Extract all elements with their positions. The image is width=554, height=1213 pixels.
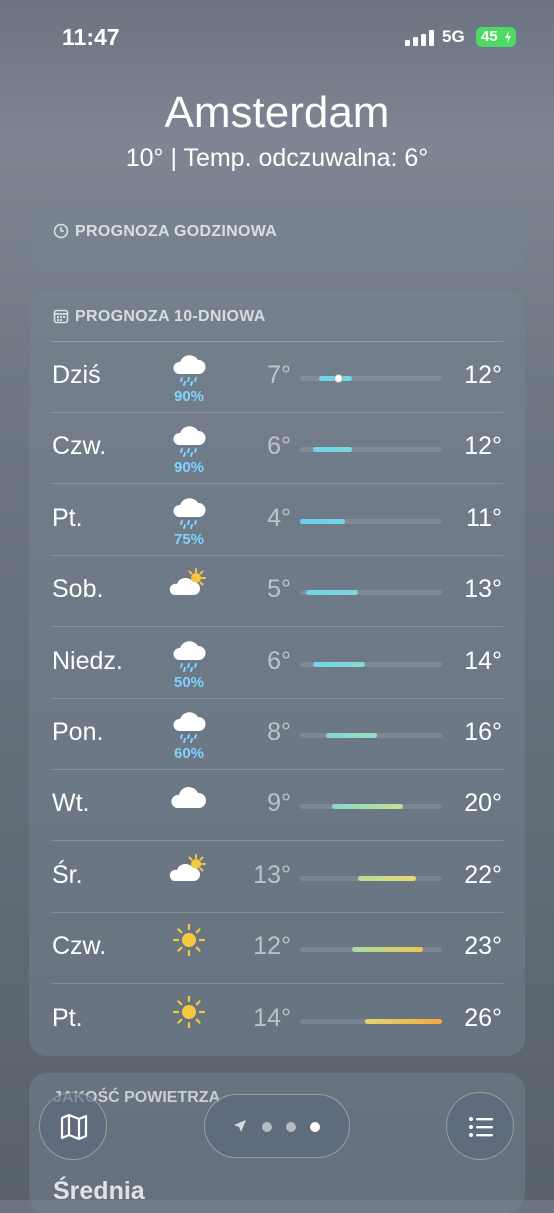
temp-range-bar	[300, 947, 442, 953]
cloud-icon	[167, 780, 211, 814]
high-temp: 12°	[464, 361, 502, 389]
precipitation-chance: 90%	[173, 459, 205, 477]
low-temp: 13°	[253, 860, 291, 889]
low-temp: 5°	[267, 575, 291, 604]
temp-range-bar	[300, 1018, 442, 1024]
page-dot-active[interactable]	[309, 1121, 321, 1133]
high-temp: 16°	[464, 718, 502, 746]
temp-range-bar	[300, 447, 442, 453]
low-temp: 4°	[267, 503, 291, 532]
low-temp: 9°	[267, 789, 291, 818]
clock-icon	[53, 223, 69, 239]
temp-range-bar	[300, 590, 442, 596]
list-icon	[469, 1117, 493, 1137]
forecast-day: Niedz.	[52, 646, 123, 675]
forecast-day: Śr.	[52, 860, 83, 889]
forecast-day: Pon.	[52, 718, 104, 746]
temp-range-fill	[358, 875, 417, 881]
signal-icon	[405, 30, 435, 46]
rain-cloud-icon	[167, 423, 211, 458]
temp-range-bar	[300, 374, 442, 383]
temp-range-fill	[300, 518, 346, 524]
forecast-day: Wt.	[52, 789, 90, 818]
temp-range-fill	[351, 947, 423, 953]
forecast-row[interactable]: Pt. 14° 26°	[29, 985, 525, 1056]
page-dot[interactable]	[261, 1121, 273, 1133]
map-button[interactable]	[39, 1092, 107, 1160]
temp-range-bar	[300, 661, 442, 667]
temp-range-fill	[325, 733, 378, 738]
sun-icon	[167, 995, 211, 1029]
forecast-day: Pt.	[52, 1003, 83, 1032]
location-pager[interactable]	[204, 1094, 350, 1158]
temp-range-bar	[300, 875, 442, 881]
map-icon	[60, 1113, 88, 1141]
status-time: 11:47	[62, 24, 120, 50]
high-temp: 22°	[464, 860, 502, 889]
temp-range-fill	[312, 661, 365, 667]
rain-cloud-icon	[167, 495, 211, 529]
locations-list-button[interactable]	[446, 1092, 514, 1160]
low-temp: 14°	[253, 1003, 291, 1032]
current-temp-summary: 10° | Temp. odczuwalna: 6°	[125, 144, 429, 172]
city-name: Amsterdam	[164, 88, 390, 137]
precipitation-chance: 75%	[173, 530, 205, 548]
forecast-day: Dziś	[52, 361, 101, 389]
current-temp-marker	[334, 374, 344, 383]
high-temp: 11°	[466, 503, 502, 532]
temp-range-bar	[300, 733, 442, 738]
forecast-row[interactable]: Niedz. 50% 6° 14°	[29, 628, 525, 699]
sun-icon	[167, 923, 211, 957]
hourly-forecast-title: PROGNOZA GODZINOWA	[75, 223, 278, 240]
temp-range-fill	[364, 1018, 442, 1024]
partly-sunny-icon	[167, 852, 211, 886]
forecast-row[interactable]: Czw. 90% 6° 12°	[29, 413, 525, 485]
precipitation-chance: 60%	[173, 745, 205, 762]
network-type: 5G	[442, 27, 465, 46]
forecast-day: Czw.	[52, 932, 107, 961]
forecast-day: Czw.	[52, 432, 107, 461]
rain-cloud-icon	[167, 638, 211, 672]
battery-icon: 45	[476, 27, 516, 47]
forecast-row[interactable]: Wt. 9° 20°	[29, 770, 525, 842]
status-bar: 11:47 5G 45	[0, 22, 554, 54]
ten-day-forecast-card: PROGNOZA 10-DNIOWA Dziś 90% 7° 12° Czw. 90% 6°…	[29, 290, 525, 1056]
low-temp: 8°	[267, 718, 291, 746]
precipitation-chance: 90%	[173, 388, 205, 405]
low-temp: 12°	[253, 932, 291, 961]
precipitation-chance: 50%	[173, 673, 205, 691]
high-temp: 20°	[464, 789, 502, 818]
temp-range-fill	[332, 804, 404, 810]
forecast-row[interactable]: Sob. 5° 13°	[29, 556, 525, 628]
forecast-row[interactable]: Dziś 90% 7° 12°	[29, 342, 525, 413]
forecast-row[interactable]: Pt. 75% 4° 11°	[29, 485, 525, 556]
location-arrow-icon	[234, 1120, 246, 1132]
partly-sunny-icon	[167, 566, 211, 600]
high-temp: 23°	[464, 932, 502, 961]
hourly-forecast-card[interactable]: PROGNOZA GODZINOWA	[29, 205, 525, 273]
forecast-row[interactable]: Śr. 13° 22°	[29, 842, 525, 913]
low-temp: 6°	[267, 646, 291, 675]
page-dot[interactable]	[285, 1121, 297, 1133]
high-temp: 13°	[464, 575, 502, 604]
forecast-day: Sob.	[52, 575, 104, 604]
high-temp: 26°	[464, 1003, 502, 1032]
rain-cloud-icon	[167, 709, 211, 743]
temp-range-fill	[306, 590, 359, 596]
forecast-row[interactable]: Pon. 60% 8° 16°	[29, 699, 525, 770]
ten-day-forecast-title: PROGNOZA 10-DNIOWA	[75, 308, 266, 325]
temp-range-bar	[300, 518, 442, 524]
calendar-icon	[53, 309, 69, 324]
forecast-row[interactable]: Czw. 12° 23°	[29, 913, 525, 985]
high-temp: 12°	[464, 432, 502, 461]
high-temp: 14°	[464, 646, 502, 675]
low-temp: 6°	[267, 432, 291, 461]
rain-cloud-icon	[167, 352, 211, 386]
battery-level: 45	[481, 28, 498, 45]
temp-range-fill	[312, 447, 352, 453]
low-temp: 7°	[267, 361, 291, 389]
temp-range-bar	[300, 804, 442, 810]
air-quality-value: Średnia	[53, 1177, 145, 1205]
forecast-day: Pt.	[52, 503, 83, 532]
